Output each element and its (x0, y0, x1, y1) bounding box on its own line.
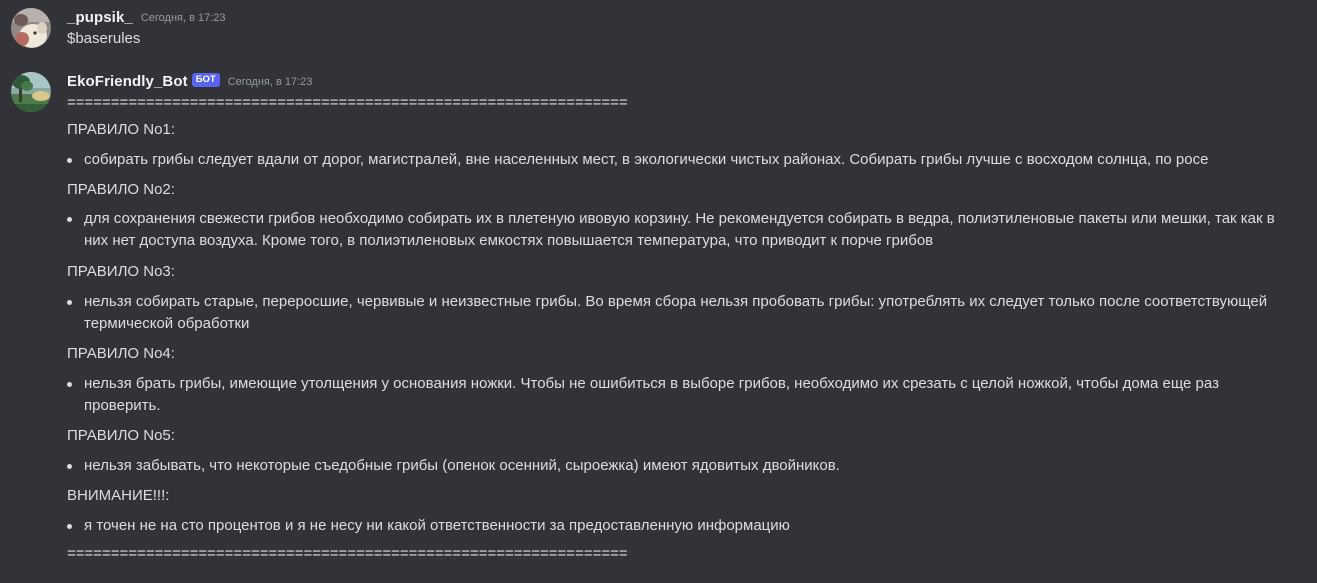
warning-title: ВНИМАНИЕ!!!: (67, 487, 170, 504)
rule-text: нельзя брать грибы, имеющие утолщения у … (84, 375, 1219, 414)
rule-title: ПРАВИЛО No1: (67, 121, 175, 138)
message-content: $baserules (67, 30, 141, 47)
rule-bullet-item: для сохранения свежести грибов необходим… (67, 208, 1292, 252)
separator-top: ========================================… (67, 94, 628, 111)
rule-title: ПРАВИЛО No5: (67, 427, 175, 444)
message-header: EkoFriendly_Bot БОТ Сегодня, в 17:23 (67, 70, 312, 92)
message-timestamp: Сегодня, в 17:23 (227, 76, 313, 88)
username[interactable]: _pupsik_ (67, 9, 133, 26)
rule-title: ПРАВИЛО No4: (67, 345, 175, 362)
bullet-dot-icon (67, 382, 72, 387)
username[interactable]: EkoFriendly_Bot (67, 73, 188, 90)
message-bot: EkoFriendly_Bot БОТ Сегодня, в 17:23 ===… (0, 64, 1317, 583)
rule-text: для сохранения свежести грибов необходим… (84, 210, 1275, 249)
rule-text: нельзя забывать, что некоторые съедобные… (84, 457, 840, 474)
rule-bullet-item: нельзя собирать старые, переросшие, черв… (67, 291, 1292, 335)
rule-title: ПРАВИЛО No3: (67, 263, 175, 280)
bot-avatar[interactable] (11, 72, 51, 112)
bullet-dot-icon (67, 217, 72, 222)
rule-text: нельзя собирать старые, переросшие, черв… (84, 293, 1268, 332)
separator-bottom: ========================================… (67, 545, 628, 562)
bullet-dot-icon (67, 524, 72, 529)
warning-text: я точен не на сто процентов и я не несу … (84, 517, 790, 534)
warning-bullet-item: я точен не на сто процентов и я не несу … (67, 515, 1292, 537)
message-pupsik: _pupsik_ Сегодня, в 17:23 $baserules (0, 0, 1317, 60)
rule-bullet-item: нельзя забывать, что некоторые съедобные… (67, 455, 1292, 477)
user-avatar[interactable] (11, 8, 51, 48)
rule-bullet-item: собирать грибы следует вдали от дорог, м… (67, 149, 1292, 171)
rule-text: собирать грибы следует вдали от дорог, м… (84, 151, 1209, 168)
bullet-dot-icon (67, 300, 72, 305)
rule-bullet-item: нельзя брать грибы, имеющие утолщения у … (67, 373, 1292, 417)
message-header: _pupsik_ Сегодня, в 17:23 (67, 6, 226, 28)
bullet-dot-icon (67, 158, 72, 163)
bot-badge: БОТ (191, 73, 220, 87)
bullet-dot-icon (67, 464, 72, 469)
message-timestamp: Сегодня, в 17:23 (140, 12, 226, 24)
rule-title: ПРАВИЛО No2: (67, 181, 175, 198)
